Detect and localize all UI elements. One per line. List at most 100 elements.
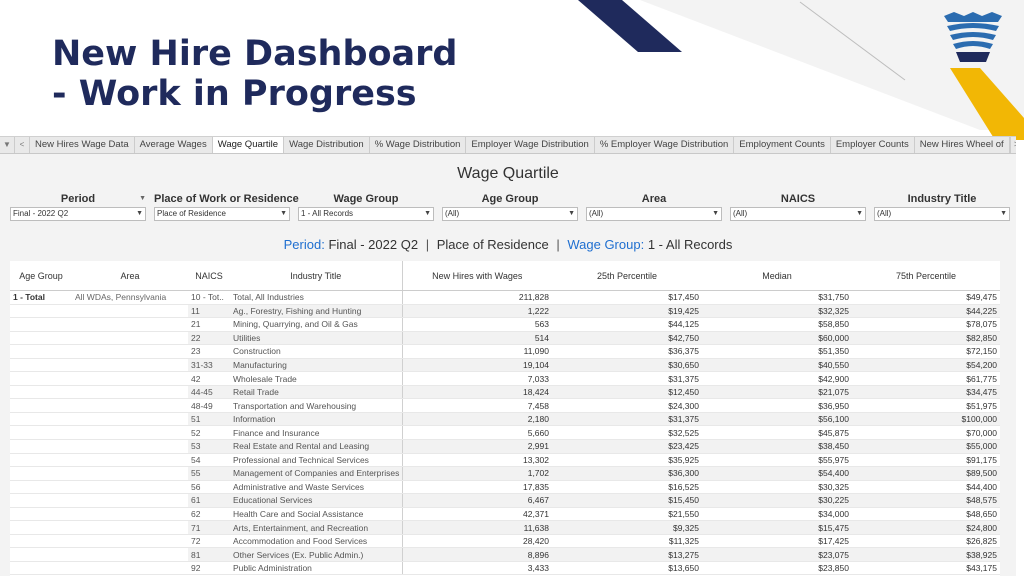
age-group-cell (10, 520, 72, 535)
column-header[interactable]: 25th Percentile (552, 261, 702, 291)
age-group-cell (10, 493, 72, 508)
tab-wage-quartile[interactable]: Wage Quartile (212, 137, 285, 153)
naics-cell: 51 (188, 412, 230, 427)
tab-employment-counts[interactable]: Employment Counts (734, 137, 831, 153)
table-row[interactable]: 22 Utilities 514 $42,750 $60,000 $82,850 (10, 331, 1000, 346)
naics-cell: 92 (188, 561, 230, 576)
table-row[interactable]: 61 Educational Services 6,467 $15,450 $30,22… (10, 493, 1000, 508)
new-hires-cell: 514 (402, 331, 552, 346)
age-group-cell (10, 385, 72, 400)
tab-new-hires-wage-data[interactable]: New Hires Wage Data (30, 137, 135, 153)
new-hires-cell: 6,467 (402, 493, 552, 508)
area-cell (72, 317, 188, 332)
area-dropdown[interactable]: (All) ▼ (586, 207, 722, 221)
chevron-down-icon[interactable]: ▼ (0, 137, 15, 153)
table-row[interactable]: 42 Wholesale Trade 7,033 $31,375 $42,900 $61,… (10, 371, 1000, 386)
industry-title-cell: Wholesale Trade (230, 371, 403, 386)
naics-dropdown[interactable]: (All) ▼ (730, 207, 866, 221)
new-hires-cell: 7,033 (402, 371, 552, 386)
column-header[interactable]: Age Group (10, 261, 72, 291)
sort-icon[interactable]: ▼ (139, 192, 146, 206)
table-row[interactable]: 11 Ag., Forestry, Fishing and Hunting 1,22… (10, 304, 1000, 319)
tab-new-hires-wheel[interactable]: New Hires Wheel of (915, 137, 1010, 153)
median-cell: $32,325 (702, 304, 852, 319)
p25-cell: $19,425 (552, 304, 702, 319)
table-row[interactable]: 21 Mining, Quarrying, and Oil & Gas 563 $44… (10, 317, 1000, 332)
p25-cell: $32,525 (552, 425, 702, 440)
industry-title-cell: Educational Services (230, 493, 403, 508)
tab-employer-wage-distribution[interactable]: Employer Wage Distribution (466, 137, 595, 153)
tab-pct-employer-wage-distribution[interactable]: % Employer Wage Distribution (595, 137, 735, 153)
table-header-row: Age Group Area NAICS Industry Title New … (10, 261, 1000, 291)
p25-cell: $12,450 (552, 385, 702, 400)
column-header[interactable]: Industry Title (230, 261, 403, 291)
column-header[interactable]: 75th Percentile (852, 261, 1000, 291)
new-hires-cell: 11,638 (402, 520, 552, 535)
area-cell (72, 534, 188, 549)
new-hires-cell: 1,222 (402, 304, 552, 319)
area-cell (72, 507, 188, 522)
chevron-down-icon: ▼ (568, 210, 575, 217)
median-cell: $38,450 (702, 439, 852, 454)
table-row[interactable]: 71 Arts, Entertainment, and Recreation 11,… (10, 520, 1000, 535)
period-dropdown[interactable]: Final - 2022 Q2 ▼ (10, 207, 146, 221)
naics-cell: 71 (188, 520, 230, 535)
table-row[interactable]: 54 Professional and Technical Services 13,… (10, 453, 1000, 468)
table-row[interactable]: 48-49 Transportation and Warehousing 7,458… (10, 398, 1000, 413)
median-cell: $21,075 (702, 385, 852, 400)
naics-cell: 10 - Tot.. (188, 290, 230, 305)
table-row[interactable]: 72 Accommodation and Food Services 28,420 $… (10, 534, 1000, 549)
p25-cell: $15,450 (552, 493, 702, 508)
place-dropdown[interactable]: Place of Residence ▼ (154, 207, 290, 221)
p25-cell: $21,550 (552, 507, 702, 522)
table-row[interactable]: 62 Health Care and Social Assistance 42,37… (10, 507, 1000, 522)
p75-cell: $48,650 (852, 507, 1000, 522)
median-cell: $40,550 (702, 358, 852, 373)
chevron-right-icon[interactable]: > (1009, 137, 1016, 153)
age-group-cell (10, 561, 72, 576)
area-cell (72, 480, 188, 495)
age-group-cell: 1 - Total (10, 290, 72, 305)
filter-summary: Period: Final - 2022 Q2 | Place of Resid… (0, 237, 1016, 252)
table-row[interactable]: 53 Real Estate and Rental and Leasing 2,99… (10, 439, 1000, 454)
column-header[interactable]: Median (702, 261, 852, 291)
table-row[interactable]: 31-33 Manufacturing 19,104 $30,650 $40,550 $5… (10, 358, 1000, 373)
chevron-left-icon[interactable]: < (15, 137, 30, 153)
p75-cell: $44,400 (852, 480, 1000, 495)
table-row[interactable]: 81 Other Services (Ex. Public Admin.) 8,89… (10, 547, 1000, 562)
industry-title-cell: Ag., Forestry, Fishing and Hunting (230, 304, 403, 319)
industry-title-cell: Finance and Insurance (230, 425, 403, 440)
p25-cell: $13,275 (552, 547, 702, 562)
naics-cell: 72 (188, 534, 230, 549)
column-header[interactable]: NAICS (188, 261, 230, 291)
slide-title-line1: New Hire Dashboard (52, 34, 458, 74)
age-group-cell (10, 466, 72, 481)
table-row[interactable]: 1 - Total All WDAs, Pennsylvania 10 - Tot.… (10, 290, 1000, 305)
age-group-dropdown[interactable]: (All) ▼ (442, 207, 578, 221)
table-row[interactable]: 23 Construction 11,090 $36,375 $51,350 $72,15… (10, 344, 1000, 359)
industry-title-dropdown[interactable]: (All) ▼ (874, 207, 1010, 221)
median-cell: $15,475 (702, 520, 852, 535)
tab-pct-wage-distribution[interactable]: % Wage Distribution (370, 137, 467, 153)
p75-cell: $24,800 (852, 520, 1000, 535)
table-row[interactable]: 52 Finance and Insurance 5,660 $32,525 $45,8… (10, 425, 1000, 440)
table-row[interactable]: 51 Information 2,180 $31,375 $56,100 $100,000 (10, 412, 1000, 427)
p25-cell: $42,750 (552, 331, 702, 346)
median-cell: $36,950 (702, 398, 852, 413)
filter-place: Place of Work or Residence Place of Resi… (154, 192, 299, 221)
tab-wage-distribution[interactable]: Wage Distribution (284, 137, 370, 153)
filter-age-group: Age Group (All) ▼ (442, 192, 578, 221)
table-row[interactable]: 44-45 Retail Trade 18,424 $12,450 $21,075 $34… (10, 385, 1000, 400)
median-cell: $55,975 (702, 453, 852, 468)
place-value: Place of Residence (436, 237, 549, 252)
chevron-down-icon: ▼ (136, 210, 143, 217)
column-header[interactable]: New Hires with Wages (402, 261, 552, 291)
table-row[interactable]: 56 Administrative and Waste Services 17,83… (10, 480, 1000, 495)
tab-employer-counts[interactable]: Employer Counts (831, 137, 915, 153)
wage-group-dropdown[interactable]: 1 - All Records ▼ (298, 207, 434, 221)
table-row[interactable]: 55 Management of Companies and Enterprise… (10, 466, 1000, 481)
table-row[interactable]: 92 Public Administration 3,433 $13,650 $23,8… (10, 561, 1000, 576)
new-hires-cell: 563 (402, 317, 552, 332)
column-header[interactable]: Area (72, 261, 188, 291)
tab-average-wages[interactable]: Average Wages (135, 137, 213, 153)
